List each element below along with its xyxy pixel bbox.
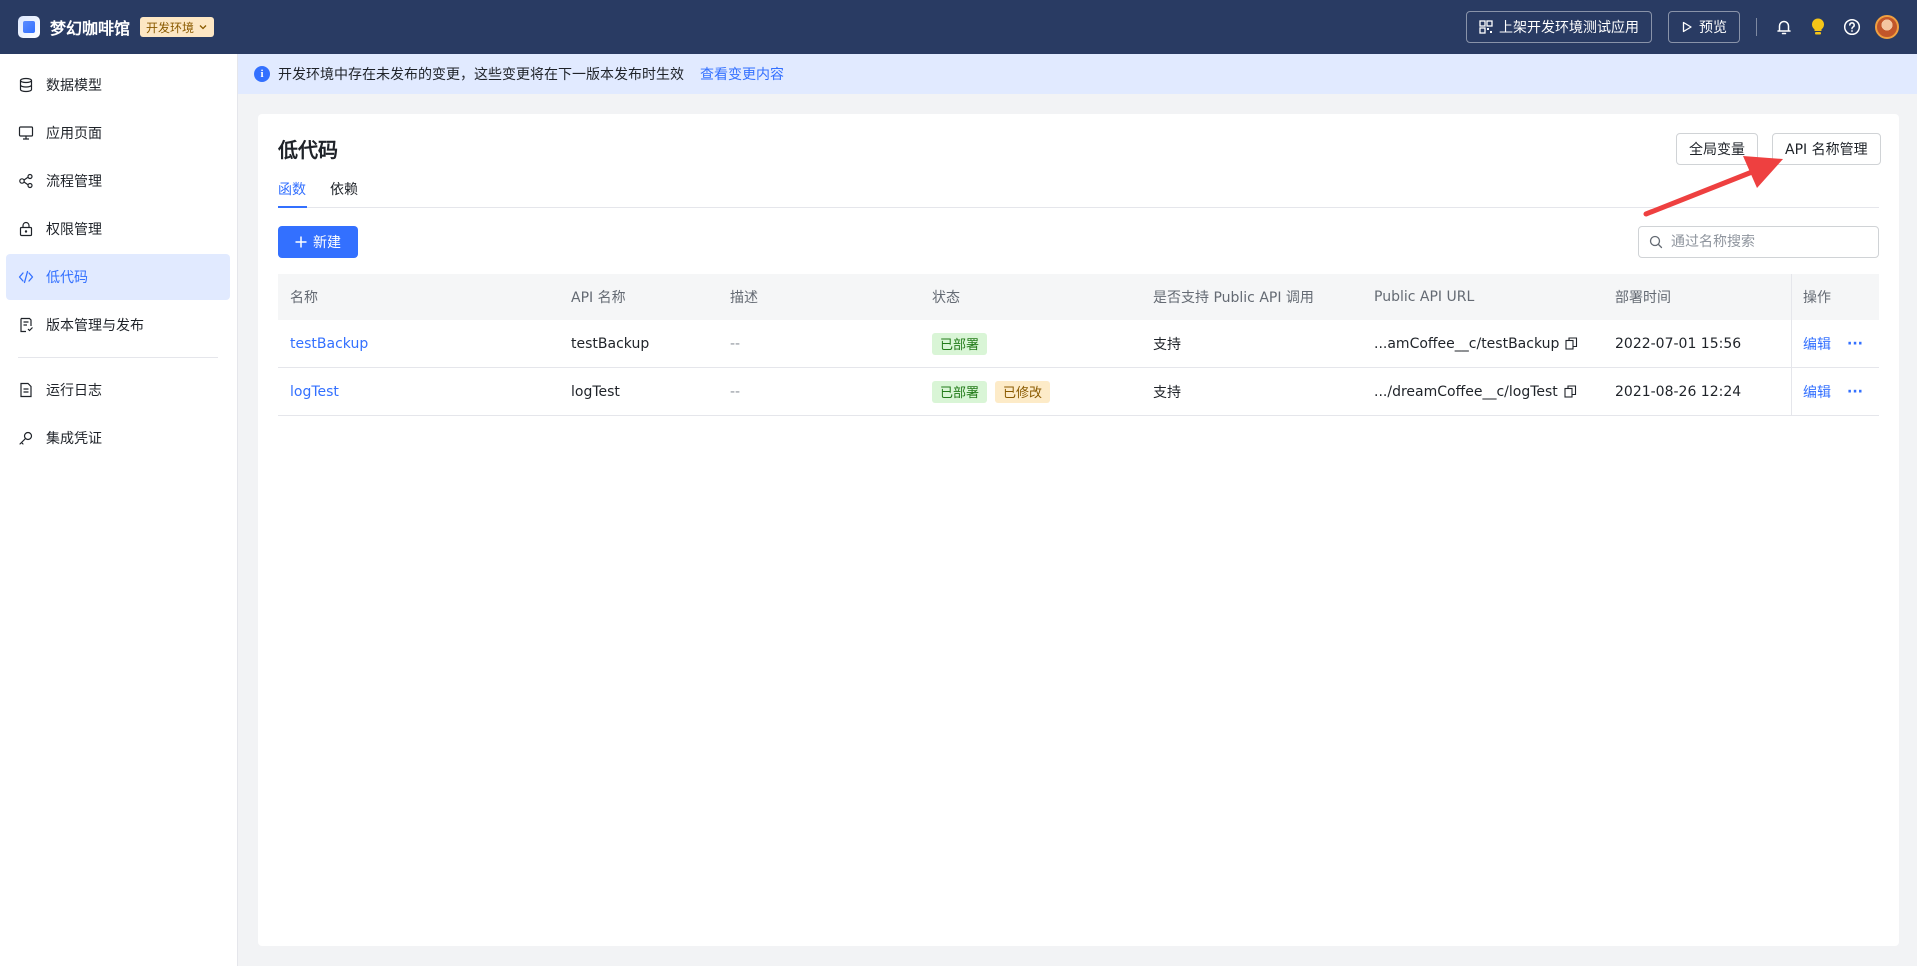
public-api-cell: 支持 xyxy=(1153,384,1181,401)
more-actions-icon[interactable]: ··· xyxy=(1847,320,1863,367)
functions-table: 名称 API 名称 描述 状态 是否支持 Public API 调用 Publi… xyxy=(278,274,1879,416)
log-icon xyxy=(18,382,34,398)
deploy-time-cell: 2021-08-26 12:24 xyxy=(1615,383,1742,400)
edit-link[interactable]: 编辑 xyxy=(1803,320,1831,367)
info-icon: i xyxy=(254,66,270,82)
col-name: 名称 xyxy=(290,290,318,306)
tab-dependencies[interactable]: 依赖 xyxy=(330,176,358,208)
api-name-cell: testBackup xyxy=(571,335,650,352)
deploy-time-cell: 2022-07-01 15:56 xyxy=(1615,335,1742,352)
new-function-button[interactable]: 新建 xyxy=(278,226,358,258)
sidebar-item-logs[interactable]: 运行日志 xyxy=(6,367,230,413)
unpublished-changes-notice: i 开发环境中存在未发布的变更，这些变更将在下一版本发布时生效 查看变更内容 xyxy=(238,54,1917,94)
monitor-icon xyxy=(18,125,34,141)
col-actions: 操作 xyxy=(1803,290,1831,306)
status-cell: 已部署 已修改 xyxy=(932,368,1058,415)
status-cell: 已部署 xyxy=(932,320,995,367)
preview-button[interactable]: 预览 xyxy=(1668,11,1740,43)
col-api-name: API 名称 xyxy=(571,290,626,306)
url-cell: ...amCoffee__c/testBackup xyxy=(1374,320,1578,367)
annotation-arrow-icon xyxy=(1643,156,1783,217)
tabs: 函数 依赖 xyxy=(278,176,1879,208)
table-header: 名称 API 名称 描述 状态 是否支持 Public API 调用 Publi… xyxy=(278,274,1879,320)
notice-text: 开发环境中存在未发布的变更，这些变更将在下一版本发布时生效 xyxy=(278,67,684,83)
function-name-link[interactable]: testBackup xyxy=(290,320,368,367)
sidebar-item-version[interactable]: 版本管理与发布 xyxy=(6,302,230,348)
sidebar-item-app-pages[interactable]: 应用页面 xyxy=(6,110,230,156)
copy-icon[interactable] xyxy=(1565,337,1578,350)
help-icon[interactable] xyxy=(1841,16,1863,38)
sidebar-item-label: 流程管理 xyxy=(46,174,102,190)
url-text: .../dreamCoffee__c/logTest xyxy=(1374,383,1558,400)
status-badge: 已修改 xyxy=(995,380,1051,403)
new-button-label: 新建 xyxy=(313,235,341,251)
sidebar-item-label: 权限管理 xyxy=(46,222,102,238)
status-badge: 已部署 xyxy=(932,332,988,355)
lock-icon xyxy=(18,221,34,237)
env-switcher[interactable]: 开发环境 xyxy=(140,17,215,37)
function-name-link[interactable]: logTest xyxy=(290,368,339,415)
table-row: logTest logTest -- 已部署 已修改 支持 .../dreamC… xyxy=(278,368,1879,416)
search-icon xyxy=(1649,235,1663,249)
sidebar-divider xyxy=(18,357,218,358)
env-label: 开发环境 xyxy=(146,20,195,35)
page-title: 低代码 xyxy=(278,138,338,162)
desc-cell: -- xyxy=(730,383,741,400)
bell-icon[interactable] xyxy=(1773,16,1795,38)
key-icon xyxy=(18,430,34,446)
status-badge: 已部署 xyxy=(932,380,988,403)
api-name-cell: logTest xyxy=(571,383,620,400)
view-changes-link[interactable]: 查看变更内容 xyxy=(700,64,784,84)
public-api-cell: 支持 xyxy=(1153,336,1181,353)
actions-column-divider xyxy=(1791,274,1792,416)
desc-cell: -- xyxy=(730,335,741,352)
version-icon xyxy=(18,317,34,333)
flow-icon xyxy=(18,173,34,189)
sidebar-item-label: 集成凭证 xyxy=(46,431,102,447)
sidebar-item-credentials[interactable]: 集成凭证 xyxy=(6,415,230,461)
database-icon xyxy=(18,77,34,93)
user-avatar[interactable] xyxy=(1875,15,1899,39)
sidebar-item-flow[interactable]: 流程管理 xyxy=(6,158,230,204)
col-public-url: Public API URL xyxy=(1374,289,1475,305)
sidebar-item-permission[interactable]: 权限管理 xyxy=(6,206,230,252)
edit-link[interactable]: 编辑 xyxy=(1803,368,1831,415)
copy-icon[interactable] xyxy=(1564,385,1577,398)
chevron-down-icon xyxy=(199,25,207,30)
tab-functions[interactable]: 函数 xyxy=(278,176,307,208)
sidebar-item-label: 数据模型 xyxy=(46,78,102,94)
app-name: 梦幻咖啡馆 xyxy=(50,19,131,38)
plus-icon xyxy=(295,236,307,248)
sidebar: 数据模型 应用页面 流程管理 权限管理 低代码 版本管理与发布 运行日志 集成凭… xyxy=(0,54,238,966)
sidebar-item-label: 版本管理与发布 xyxy=(46,318,144,334)
publish-test-app-label: 上架开发环境测试应用 xyxy=(1499,20,1639,36)
preview-label: 预览 xyxy=(1699,20,1727,36)
main-card: 低代码 全局变量 API 名称管理 函数 依赖 新建 名称 API 名称 描述 … xyxy=(258,114,1899,946)
header-divider xyxy=(1756,18,1757,36)
search-box[interactable] xyxy=(1638,226,1879,258)
col-status: 状态 xyxy=(932,290,960,306)
sidebar-item-data-model[interactable]: 数据模型 xyxy=(6,62,230,108)
apps-grid-icon xyxy=(1479,20,1493,34)
col-public-api: 是否支持 Public API 调用 xyxy=(1153,290,1314,306)
code-icon xyxy=(18,269,34,285)
more-actions-icon[interactable]: ··· xyxy=(1847,368,1863,415)
publish-test-app-button[interactable]: 上架开发环境测试应用 xyxy=(1466,11,1652,43)
sidebar-item-label: 应用页面 xyxy=(46,126,102,142)
col-desc: 描述 xyxy=(730,290,758,306)
url-cell: .../dreamCoffee__c/logTest xyxy=(1374,368,1577,415)
play-icon xyxy=(1682,21,1692,33)
sidebar-item-label: 低代码 xyxy=(46,270,88,286)
app-logo-icon xyxy=(18,16,40,38)
sidebar-item-low-code[interactable]: 低代码 xyxy=(6,254,230,300)
sidebar-item-label: 运行日志 xyxy=(46,383,102,399)
search-input[interactable] xyxy=(1671,234,1871,250)
col-deploy-time: 部署时间 xyxy=(1615,290,1671,306)
table-row: testBackup testBackup -- 已部署 支持 ...amCof… xyxy=(278,320,1879,368)
lightbulb-icon[interactable] xyxy=(1807,16,1829,38)
url-text: ...amCoffee__c/testBackup xyxy=(1374,335,1560,352)
top-header: 梦幻咖啡馆 开发环境 上架开发环境测试应用 预览 xyxy=(0,0,1917,54)
